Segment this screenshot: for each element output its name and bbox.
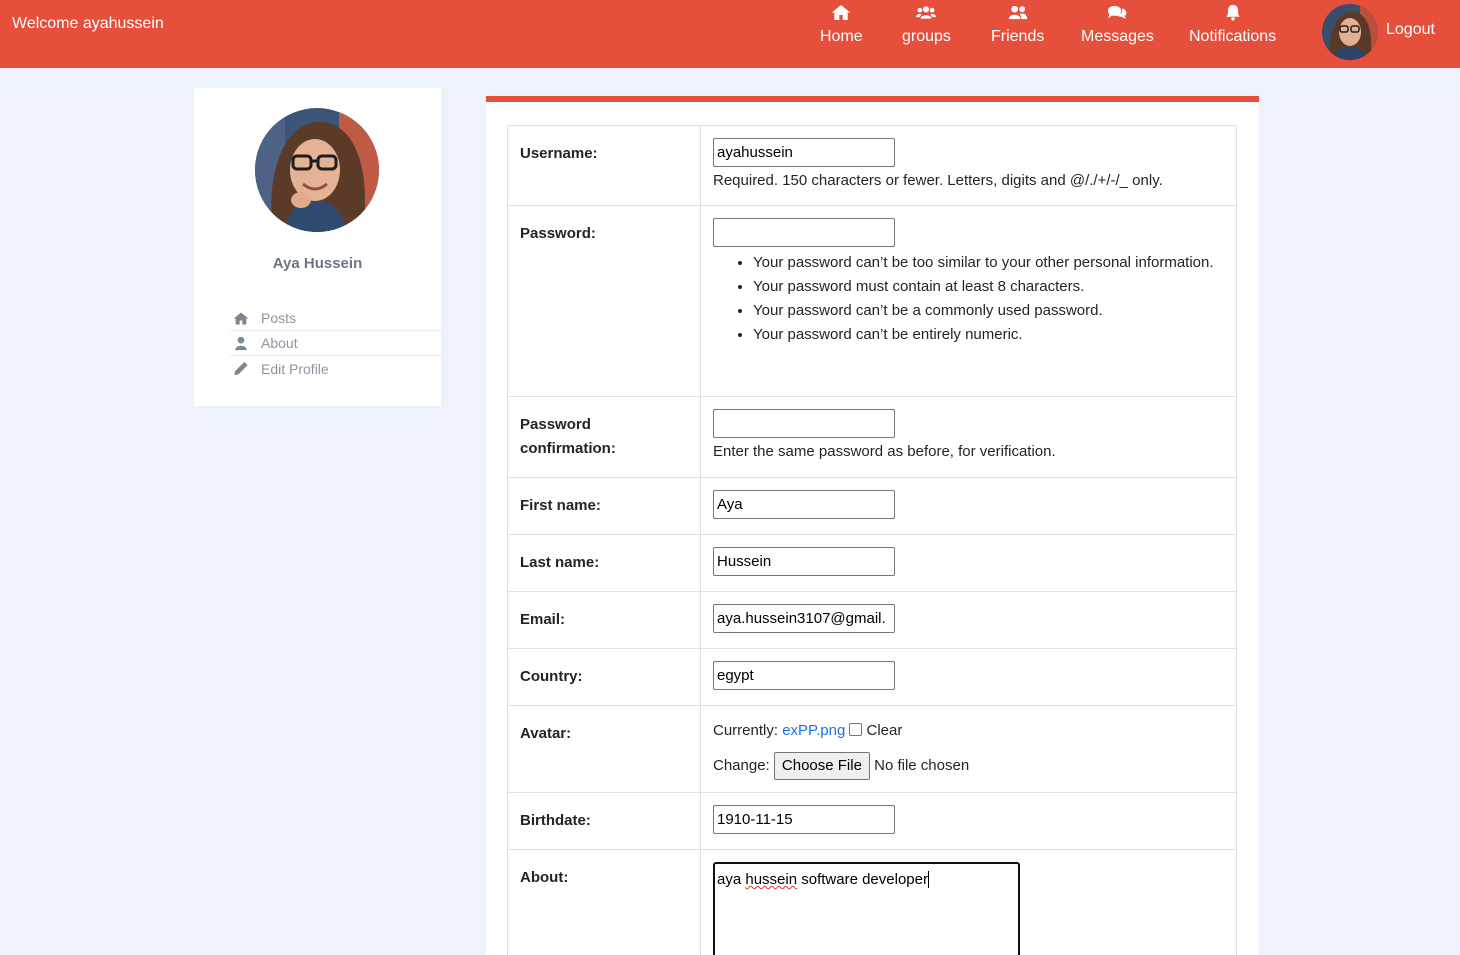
form-row-password: Password: Your password can’t be too sim… (507, 205, 1237, 397)
last-name-label: Last name: (507, 534, 701, 592)
avatar-label: Avatar: (507, 705, 701, 793)
logout-link[interactable]: Logout (1386, 21, 1435, 39)
password-rule: Your password can’t be entirely numeric. (753, 323, 1224, 347)
form-row-email: Email: (507, 591, 1237, 649)
about-text-misspelled: hussein (745, 871, 798, 888)
nav-notifications-label: Notifications (1189, 28, 1277, 45)
sidebar-item-posts[interactable]: Posts (230, 306, 441, 331)
form-row-username: Username: Required. 150 characters or fe… (507, 125, 1237, 206)
nav-messages-label: Messages (1081, 28, 1154, 45)
sidebar-item-edit-profile[interactable]: Edit Profile (230, 356, 441, 381)
avatar-clear-label: Clear (866, 722, 903, 739)
home-icon (233, 312, 249, 324)
about-text-part: software developer (797, 871, 928, 888)
user-friends-icon (1008, 5, 1027, 20)
nav-home-label: Home (820, 28, 863, 45)
user-icon (235, 336, 247, 350)
nav-home[interactable]: Home (820, 4, 863, 52)
top-navbar: Welcome ayahussein Home groups Friends M… (0, 0, 1460, 68)
about-textarea[interactable]: aya hussein software developer (713, 862, 1020, 955)
nav-friends-label: Friends (991, 28, 1045, 45)
birthdate-label: Birthdate: (507, 792, 701, 850)
form-row-birthdate: Birthdate: (507, 792, 1237, 850)
profile-nav: Posts About Edit Profile (230, 306, 441, 381)
form-table: Username: Required. 150 characters or fe… (507, 125, 1237, 955)
form-row-last-name: Last name: (507, 534, 1237, 592)
bell-icon (1225, 4, 1240, 21)
country-input[interactable] (713, 661, 895, 690)
sidebar-item-about[interactable]: About (230, 331, 441, 356)
avatar-photo (255, 108, 379, 232)
welcome-text: Welcome ayahussein (12, 15, 164, 32)
password-confirmation-label-line1: Password (520, 416, 591, 433)
form-row-avatar: Avatar: Currently: exPP.png Clear Change… (507, 705, 1237, 793)
password-rule: Your password can’t be too similar to yo… (753, 251, 1224, 275)
username-input[interactable] (713, 138, 895, 167)
form-row-first-name: First name: (507, 477, 1237, 535)
sidebar-item-label: Edit Profile (261, 360, 329, 377)
password-rule: Your password can’t be a commonly used p… (753, 299, 1224, 323)
nav-friends[interactable]: Friends (991, 4, 1044, 52)
birthdate-input[interactable] (713, 805, 895, 834)
avatar-currently-label: Currently: (713, 722, 779, 739)
edit-profile-form: Username: Required. 150 characters or fe… (486, 96, 1259, 955)
profile-sidebar: Aya Hussein Posts About Edit Profile (194, 88, 441, 406)
password-confirmation-help: Enter the same password as before, for v… (713, 443, 1056, 460)
avatar-clear-checkbox[interactable] (849, 723, 863, 736)
nav-groups[interactable]: groups (902, 4, 951, 52)
choose-file-button[interactable]: Choose File (773, 752, 870, 780)
password-confirmation-label-line2: confirmation: (520, 440, 616, 457)
profile-avatar (255, 108, 379, 232)
nav-notifications[interactable]: Notifications (1189, 4, 1276, 52)
about-label: About: (507, 849, 701, 955)
password-confirmation-input[interactable] (713, 409, 895, 438)
comments-icon (1108, 5, 1127, 20)
avatar-change: Change: Choose File No file chosen (713, 752, 1224, 780)
profile-name: Aya Hussein (272, 255, 363, 272)
password-rule: Your password must contain at least 8 ch… (753, 275, 1224, 299)
form-row-country: Country: (507, 648, 1237, 706)
navbar-avatar[interactable] (1322, 4, 1378, 60)
about-text-part: aya (717, 871, 746, 888)
last-name-input[interactable] (713, 547, 895, 576)
no-file-chosen-text: No file chosen (874, 757, 970, 774)
nav-messages[interactable]: Messages (1081, 4, 1154, 52)
nav-groups-label: groups (902, 28, 951, 45)
text-caret (927, 871, 929, 888)
password-rules: Your password can’t be too similar to yo… (753, 251, 1224, 347)
password-confirmation-label: Password confirmation: (507, 396, 701, 478)
email-label: Email: (507, 591, 701, 649)
username-help: Required. 150 characters or fewer. Lette… (713, 172, 1163, 189)
avatar-change-label: Change: (713, 757, 770, 774)
form-row-about: About: aya hussein software developer (507, 849, 1237, 955)
sidebar-item-label: About (261, 335, 298, 351)
first-name-label: First name: (507, 477, 701, 535)
avatar-current: Currently: exPP.png Clear (713, 719, 1224, 743)
sidebar-item-label: Posts (261, 310, 297, 326)
country-label: Country: (507, 648, 701, 706)
username-label: Username: (507, 125, 701, 206)
password-label: Password: (507, 205, 701, 397)
first-name-input[interactable] (713, 490, 895, 519)
users-icon (916, 6, 937, 19)
avatar-photo (1322, 4, 1378, 60)
avatar-file-link[interactable]: exPP.png (782, 722, 845, 739)
pencil-icon (234, 361, 248, 376)
email-input[interactable] (713, 604, 895, 633)
form-row-password-confirmation: Password confirmation: Enter the same pa… (507, 396, 1237, 478)
home-icon (832, 5, 851, 20)
password-input[interactable] (713, 218, 895, 247)
